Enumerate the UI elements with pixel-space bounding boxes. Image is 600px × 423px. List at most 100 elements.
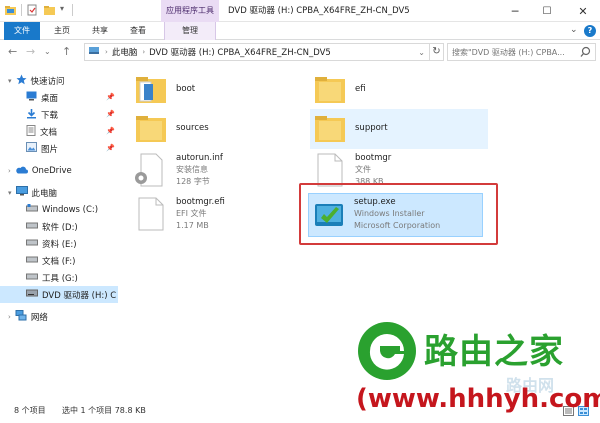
folder-icon	[310, 109, 350, 149]
sidebar-item-network[interactable]: › 网络	[0, 308, 118, 325]
file-name: support	[355, 123, 388, 133]
file-name: autorun.inf	[176, 153, 223, 163]
sidebar-item-drive-c[interactable]: Windows (C:)	[0, 201, 118, 218]
drive-icon	[26, 222, 38, 232]
dvd-location-icon	[88, 45, 100, 59]
gear-file-icon	[131, 150, 171, 190]
status-item-count: 8 个项目	[14, 406, 46, 415]
expand-arrow-icon[interactable]: ▾	[8, 189, 12, 197]
computer-icon	[15, 186, 28, 199]
qat-separator-2	[72, 4, 73, 16]
file-item-bootmgr-efi[interactable]: bootmgr.efi EFI 文件 1.17 MB	[131, 194, 309, 234]
folder-app-icon	[4, 4, 17, 16]
file-item-autorun[interactable]: autorun.inf 安装信息 128 字节	[131, 150, 309, 190]
watermark: 路由之家 路由网 (www.hhhyh.com)	[356, 320, 600, 423]
expand-arrow-icon[interactable]: ▾	[8, 77, 12, 85]
file-item-support[interactable]: support	[310, 109, 488, 149]
ribbon-tabs: 文件 主页 共享 查看 管理 ⌄ ?	[0, 22, 600, 40]
tab-view[interactable]: 查看	[124, 22, 152, 40]
tab-manage[interactable]: 管理	[164, 22, 216, 40]
search-input[interactable]	[452, 46, 577, 59]
properties-icon[interactable]	[26, 4, 39, 16]
sidebar-item-desktop[interactable]: 桌面 📌	[0, 89, 118, 106]
picture-icon	[26, 142, 37, 155]
file-name: bootmgr.efi	[176, 197, 225, 207]
back-button[interactable]: ←	[8, 45, 17, 58]
customize-qat-icon[interactable]: ▾	[60, 4, 68, 16]
watermark-logo-icon	[356, 320, 418, 382]
file-type: 安装信息	[176, 165, 208, 174]
breadcrumb-separator-icon: ›	[105, 48, 108, 56]
sidebar-item-this-pc[interactable]: ▾ 此电脑	[0, 184, 118, 201]
file-size: 1.17 MB	[176, 221, 209, 230]
navigation-pane: ▾ 快速访问 桌面 📌 下载 📌 文档 📌 图片 📌 › OneDrive ▾ …	[0, 66, 118, 399]
sidebar-item-drive-e[interactable]: 资料 (E:)	[0, 235, 118, 252]
address-row: ← → ⌄ ↑ › 此电脑 › DVD 驱动器 (H:) CPBA_X64FRE…	[0, 40, 600, 64]
desktop-icon	[26, 91, 37, 104]
pin-icon[interactable]: 📌	[106, 93, 115, 101]
breadcrumb-separator-icon: ›	[142, 48, 146, 56]
pin-icon[interactable]: 📌	[106, 110, 115, 118]
file-type: EFI 文件	[176, 209, 207, 218]
forward-button[interactable]: →	[26, 45, 35, 58]
sidebar-item-drive-d[interactable]: 软件 (D:)	[0, 218, 118, 235]
sidebar-item-documents[interactable]: 文档 📌	[0, 123, 118, 140]
tab-share[interactable]: 共享	[86, 22, 114, 40]
file-item-efi[interactable]: efi	[310, 70, 488, 110]
tab-home[interactable]: 主页	[48, 22, 76, 40]
file-name: boot	[176, 84, 196, 94]
minimize-button[interactable]: ─	[498, 0, 532, 22]
address-bar[interactable]: › 此电脑 › DVD 驱动器 (H:) CPBA_X64FRE_ZH-CN_D…	[84, 43, 430, 61]
search-box[interactable]	[447, 43, 596, 61]
sidebar-item-dvd-drive[interactable]: DVD 驱动器 (H:) C	[0, 286, 118, 303]
watermark-url: (www.hhhyh.com)	[356, 384, 600, 414]
star-icon	[16, 74, 27, 88]
new-folder-icon[interactable]	[43, 4, 56, 16]
help-icon[interactable]: ?	[584, 25, 596, 37]
tab-file[interactable]: 文件	[4, 22, 40, 40]
file-name: bootmgr	[355, 153, 392, 163]
maximize-button[interactable]: ☐	[530, 0, 564, 22]
folder-icon	[131, 109, 171, 149]
folder-icon	[131, 70, 171, 110]
drive-icon	[26, 256, 38, 266]
sidebar-item-quick-access[interactable]: ▾ 快速访问	[0, 72, 118, 89]
sidebar-item-pictures[interactable]: 图片 📌	[0, 140, 118, 157]
blank-file-icon	[131, 194, 171, 234]
quick-access-toolbar: ▾	[4, 4, 73, 16]
file-name: efi	[355, 84, 366, 94]
pin-icon[interactable]: 📌	[106, 144, 115, 152]
up-button[interactable]: ↑	[62, 45, 71, 58]
drive-icon	[26, 239, 38, 249]
recent-locations-button[interactable]: ⌄	[44, 47, 51, 56]
download-icon	[26, 108, 37, 122]
sidebar-item-downloads[interactable]: 下载 📌	[0, 106, 118, 123]
file-name: sources	[176, 123, 209, 133]
expand-arrow-icon[interactable]: ›	[8, 313, 11, 321]
sidebar-item-onedrive[interactable]: › OneDrive	[0, 162, 118, 179]
document-icon	[26, 124, 36, 139]
file-type: 文件	[355, 165, 371, 174]
close-button[interactable]: ✕	[566, 0, 600, 22]
file-size: 128 字节	[176, 177, 210, 186]
refresh-button[interactable]: ↻	[430, 43, 444, 61]
sidebar-item-drive-f[interactable]: 文档 (F:)	[0, 252, 118, 269]
watermark-brand: 路由之家	[424, 332, 564, 372]
file-item-sources[interactable]: sources	[131, 109, 309, 149]
highlight-box	[299, 183, 498, 245]
status-selection: 选中 1 个项目 78.8 KB	[62, 406, 146, 415]
sidebar-item-drive-g[interactable]: 工具 (G:)	[0, 269, 118, 286]
expand-arrow-icon[interactable]: ›	[8, 167, 11, 175]
context-tab-group: 应用程序工具	[161, 0, 219, 22]
window-title: DVD 驱动器 (H:) CPBA_X64FRE_ZH-CN_DV5	[228, 6, 410, 16]
file-item-boot[interactable]: boot	[131, 70, 309, 110]
breadcrumb-dvd-drive[interactable]: DVD 驱动器 (H:) CPBA_X64FRE_ZH-CN_DV5	[149, 46, 331, 58]
dvd-icon	[26, 289, 38, 300]
breadcrumb-this-pc[interactable]: 此电脑	[112, 46, 138, 58]
pin-icon[interactable]: 📌	[106, 127, 115, 135]
ribbon-expand-icon[interactable]: ⌄	[570, 25, 578, 35]
windows-drive-icon	[26, 204, 38, 215]
network-icon	[15, 309, 27, 324]
cloud-icon	[15, 165, 28, 177]
address-dropdown-icon[interactable]: ⌄	[418, 48, 425, 57]
